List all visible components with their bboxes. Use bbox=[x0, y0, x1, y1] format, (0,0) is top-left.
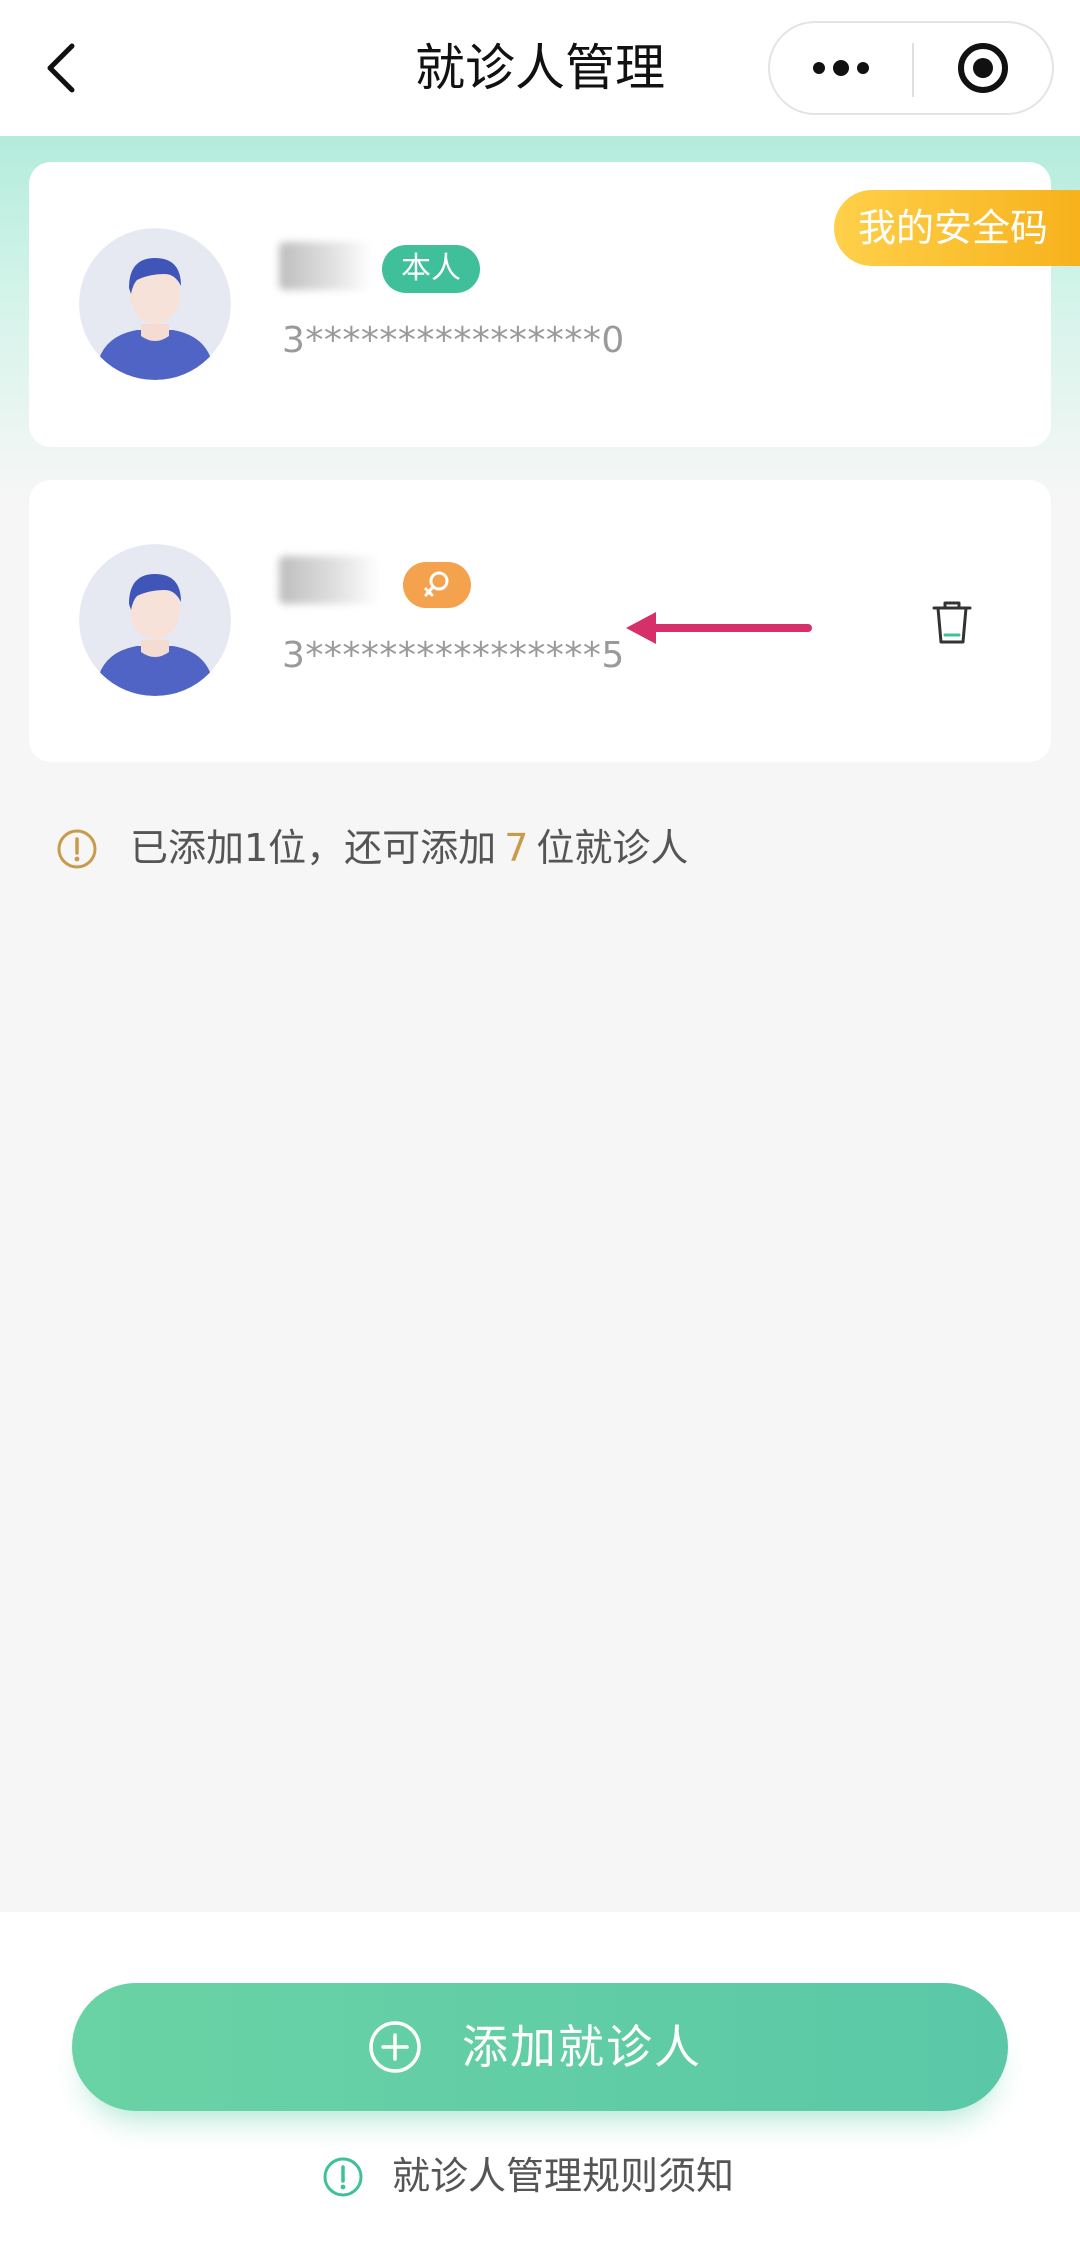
trash-icon bbox=[932, 601, 972, 644]
notice-prefix: 已添加1位，还可添加 bbox=[130, 826, 497, 870]
remaining-count: 7 bbox=[504, 826, 529, 870]
info-circle-icon bbox=[323, 2157, 363, 2197]
avatar bbox=[79, 228, 231, 380]
info-circle-icon bbox=[57, 829, 97, 869]
patient-id-number: 3****************5 bbox=[282, 635, 625, 676]
patient-id-number: 3****************0 bbox=[282, 320, 625, 361]
add-patient-button[interactable]: 添加就诊人 bbox=[72, 1983, 1008, 2111]
close-mini-program-button[interactable] bbox=[914, 23, 1052, 113]
more-dots-icon bbox=[813, 60, 869, 76]
patient-name-redacted bbox=[279, 242, 371, 290]
add-patient-label: 添加就诊人 bbox=[462, 2020, 702, 2074]
chevron-left-icon bbox=[47, 43, 75, 93]
patient-name-redacted bbox=[279, 556, 379, 604]
gender-tag bbox=[403, 562, 471, 608]
annotation-arrow bbox=[626, 612, 812, 644]
delete-patient-button[interactable] bbox=[924, 592, 980, 652]
notice-text: 已添加1位，还可添加 7 位就诊人 bbox=[130, 820, 688, 876]
person-avatar-icon bbox=[79, 228, 231, 380]
target-circle-icon bbox=[958, 43, 1008, 93]
female-symbol-icon bbox=[424, 571, 449, 597]
mini-program-capsule bbox=[768, 21, 1054, 115]
notice-suffix: 位就诊人 bbox=[536, 826, 689, 870]
safety-code-badge[interactable]: 我的安全码 bbox=[834, 190, 1080, 266]
rules-link-label: 就诊人管理规则须知 bbox=[392, 2154, 735, 2198]
back-button[interactable] bbox=[28, 28, 108, 108]
person-avatar-icon bbox=[79, 544, 231, 696]
self-tag: 本人 bbox=[382, 245, 480, 293]
plus-circle-icon bbox=[369, 2021, 421, 2073]
navigation-bar: 就诊人管理 bbox=[0, 0, 1080, 136]
patient-card-other[interactable]: 3****************5 bbox=[29, 480, 1051, 762]
more-button[interactable] bbox=[770, 23, 912, 113]
avatar bbox=[79, 544, 231, 696]
